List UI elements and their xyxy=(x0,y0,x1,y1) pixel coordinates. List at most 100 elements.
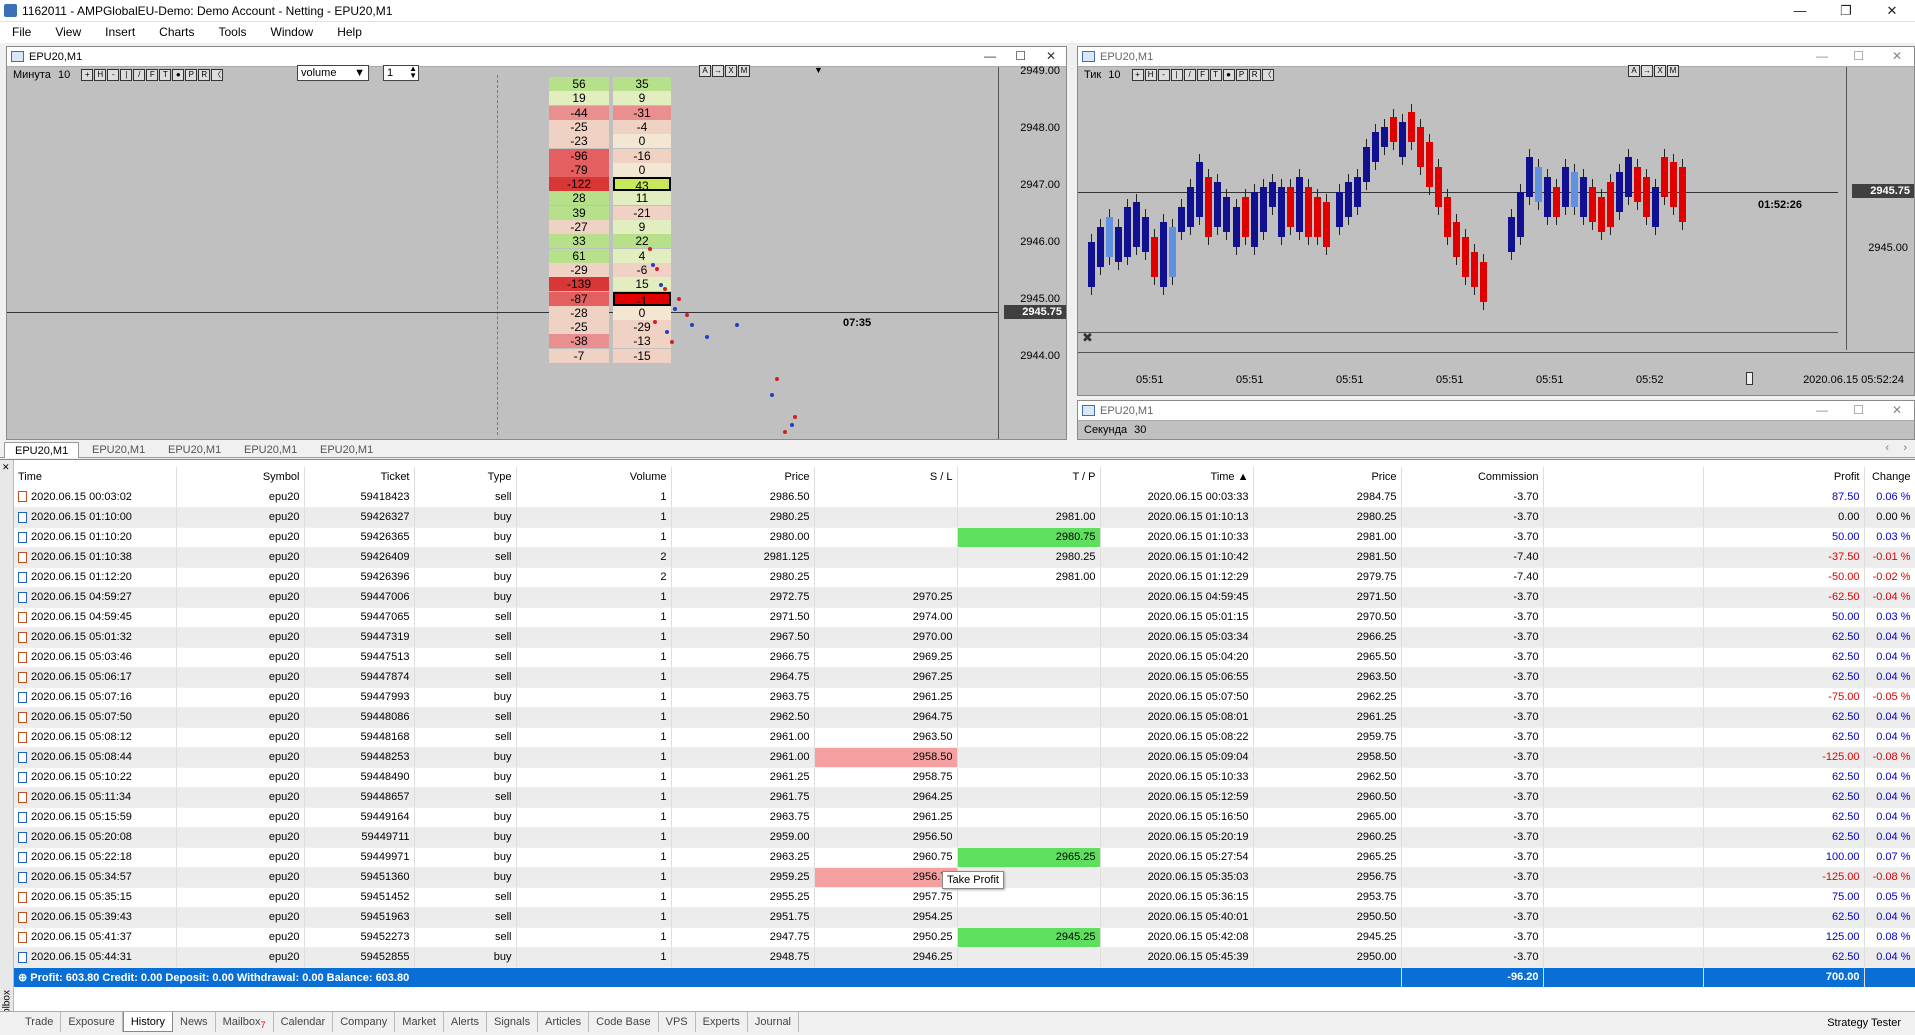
chart-maximize-button[interactable]: ☐ xyxy=(1853,403,1864,417)
tab-market[interactable]: Market xyxy=(395,1012,444,1032)
tab-vps[interactable]: VPS xyxy=(659,1012,696,1032)
table-row[interactable]: 2020.06.15 05:06:17 epu20 59447874 sell 1 296… xyxy=(14,667,1915,688)
column-header[interactable]: Time xyxy=(14,467,177,487)
table-row[interactable]: 2020.06.15 00:03:02 epu20 59418423 sell 1 298… xyxy=(14,487,1915,508)
dom-right-cell[interactable]: -16 xyxy=(613,148,671,163)
table-row[interactable]: 2020.06.15 01:10:20 epu20 59426365 buy 1 2980… xyxy=(14,527,1915,548)
strategy-tester-button[interactable]: Strategy Tester xyxy=(1827,1017,1901,1029)
dom-left-cell[interactable]: 56 xyxy=(549,77,609,91)
tool-button[interactable]: | xyxy=(1170,69,1183,82)
close-icon[interactable]: ✕ xyxy=(2,462,10,473)
column-header[interactable]: Price xyxy=(1253,467,1402,487)
tab-signals[interactable]: Signals xyxy=(487,1012,539,1032)
chart-window-right[interactable]: EPU20,M1 — ☐ ✕ Тик 10 + H - | / F T ● P R 〈 A → X M 0… xyxy=(1077,46,1915,396)
table-row[interactable]: 2020.06.15 05:22:18 epu20 59449971 buy 1 2963… xyxy=(14,847,1915,868)
dom-m-button[interactable]: M xyxy=(1667,65,1679,77)
tab-articles[interactable]: Articles xyxy=(538,1012,590,1032)
menu-tools[interactable]: Tools xyxy=(207,22,259,39)
chart-tab[interactable]: EPU20,M1 xyxy=(82,442,155,458)
table-row[interactable]: 2020.06.15 05:44:31 epu20 59452855 buy 1 2948… xyxy=(14,947,1915,968)
table-row[interactable]: 2020.06.15 05:10:22 epu20 59448490 buy 1 2961… xyxy=(14,767,1915,788)
chart-maximize-button[interactable]: ☐ xyxy=(1015,49,1026,63)
dom-left-cell[interactable]: 33 xyxy=(549,234,609,249)
tab-experts[interactable]: Experts xyxy=(696,1012,748,1032)
tabs-scroll-right-icon[interactable]: › xyxy=(1903,442,1907,454)
dom-right-cell[interactable]: -31 xyxy=(613,105,671,120)
history-table[interactable]: Time Symbol Ticket Type Volume Price S / LT / … xyxy=(14,467,1915,987)
tool-button[interactable]: - xyxy=(1157,69,1170,82)
table-row[interactable]: 2020.06.15 04:59:45 epu20 59447065 sell 1 297… xyxy=(14,607,1915,628)
chart-minimize-button[interactable]: — xyxy=(984,49,996,63)
table-row[interactable]: 2020.06.15 05:01:32 epu20 59447319 sell 1 296… xyxy=(14,627,1915,648)
chart-close-button[interactable]: ✕ xyxy=(1046,49,1056,63)
table-row[interactable]: 2020.06.15 05:03:46 epu20 59447513 sell 1 296… xyxy=(14,647,1915,668)
dom-left-cell[interactable]: -7 xyxy=(549,348,609,363)
tool-button[interactable]: T xyxy=(1209,69,1222,82)
dom-right-cell[interactable]: -4 xyxy=(613,119,671,134)
column-header[interactable]: Price xyxy=(671,467,815,487)
dom-m-button[interactable]: M xyxy=(738,65,750,77)
tool-button[interactable]: P xyxy=(1235,69,1248,82)
table-row[interactable]: 2020.06.15 04:59:27 epu20 59447006 buy 1 2972… xyxy=(14,587,1915,608)
tool-button[interactable]: R xyxy=(198,69,211,82)
dom-a-button[interactable]: A xyxy=(1628,65,1640,77)
tool-button[interactable]: ● xyxy=(172,69,185,82)
dom-arrow-button[interactable]: → xyxy=(712,65,724,77)
price-scale[interactable]: 2945.75 2945.00 xyxy=(1846,67,1914,350)
tab-code-base[interactable]: Code Base xyxy=(589,1012,659,1032)
dom-left-cell[interactable]: -27 xyxy=(549,220,609,234)
dom-right-cell[interactable]: 9 xyxy=(613,91,671,106)
dom-left-cell[interactable]: -122 xyxy=(549,177,609,192)
chart-minimize-button[interactable]: — xyxy=(1816,49,1828,63)
tool-button[interactable]: ● xyxy=(1222,69,1235,82)
dom-left-cell[interactable]: 39 xyxy=(549,205,609,220)
dom-left-cell[interactable]: 61 xyxy=(549,248,609,263)
menu-view[interactable]: View xyxy=(43,22,93,39)
column-header[interactable]: Time ▲ xyxy=(1100,467,1254,487)
chart-tab[interactable]: EPU20,M1 xyxy=(310,442,383,458)
dom-a-button[interactable]: A xyxy=(699,65,711,77)
table-row[interactable]: 2020.06.15 05:11:34 epu20 59448657 sell 1 296… xyxy=(14,787,1915,808)
dom-x-button[interactable]: X xyxy=(1654,65,1666,77)
dom-left-cell[interactable]: -29 xyxy=(549,262,609,277)
dom-left-cell[interactable]: -139 xyxy=(549,277,609,292)
menu-insert[interactable]: Insert xyxy=(93,22,147,39)
column-header[interactable]: T / P xyxy=(957,467,1101,487)
dom-right-cell[interactable]: 0 xyxy=(613,162,671,177)
tool-button[interactable]: / xyxy=(133,69,146,82)
dom-right-cell[interactable]: 43 xyxy=(613,177,671,193)
table-row[interactable]: 2020.06.15 05:39:43 epu20 59451963 sell 1 295… xyxy=(14,907,1915,928)
restore-button[interactable]: ❐ xyxy=(1823,0,1869,22)
toolbox-sidebar[interactable]: ✕ Toolbox xyxy=(0,460,14,1025)
chart-window-left[interactable]: EPU20,M1 — ☐ ✕ Минута 10 + H - | / F T ● P R 〈 vol… xyxy=(6,46,1067,440)
column-header[interactable]: Type xyxy=(414,467,517,487)
column-header[interactable]: Volume xyxy=(516,467,672,487)
tool-button[interactable]: F xyxy=(1196,69,1209,82)
chart-tab[interactable]: EPU20,M1 xyxy=(234,442,307,458)
tab-journal[interactable]: Journal xyxy=(748,1012,799,1032)
volume-qty-stepper[interactable]: 1 ▲ ▼ xyxy=(383,65,419,81)
column-header[interactable]: Commission xyxy=(1401,467,1544,487)
column-header[interactable]: Profit xyxy=(1703,467,1865,487)
table-row[interactable]: 2020.06.15 01:10:00 epu20 59426327 buy 1 2980… xyxy=(14,507,1915,528)
dom-arrow-button[interactable]: → xyxy=(1641,65,1653,77)
dom-right-cell[interactable]: 35 xyxy=(613,77,671,91)
dom-left-cell[interactable]: 28 xyxy=(549,191,609,206)
tool-button[interactable]: 〈 xyxy=(211,69,224,82)
dom-left-cell[interactable]: -96 xyxy=(549,148,609,163)
minimize-button[interactable]: — xyxy=(1777,0,1823,22)
chart-minimize-button[interactable]: — xyxy=(1816,403,1828,417)
dom-right-cell[interactable]: -21 xyxy=(613,205,671,220)
chart-tab[interactable]: EPU20,M1 xyxy=(158,442,231,458)
candlestick-area[interactable] xyxy=(1078,87,1838,327)
dom-left-cell[interactable]: -79 xyxy=(549,162,609,177)
tool-button[interactable]: P xyxy=(185,69,198,82)
table-row[interactable]: 2020.06.15 05:07:16 epu20 59447993 buy 1 2963… xyxy=(14,687,1915,708)
column-header[interactable]: Ticket xyxy=(304,467,415,487)
chart-close-button[interactable]: ✕ xyxy=(1892,403,1902,417)
dom-x-button[interactable]: X xyxy=(725,65,737,77)
tool-button[interactable]: H xyxy=(94,69,107,82)
tab-history[interactable]: History xyxy=(122,1012,174,1032)
tool-button[interactable]: + xyxy=(1131,69,1144,82)
table-row[interactable]: 2020.06.15 05:07:50 epu20 59448086 sell 1 296… xyxy=(14,707,1915,728)
